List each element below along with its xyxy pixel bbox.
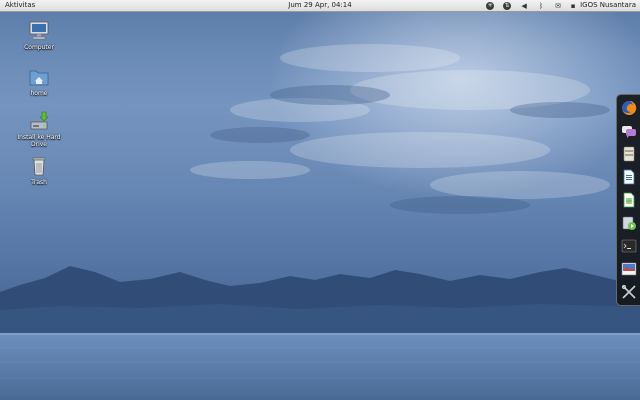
document-writer-icon bbox=[623, 169, 635, 185]
desktop-icon-home[interactable]: home bbox=[9, 66, 69, 97]
empathy-chat-icon bbox=[622, 126, 636, 138]
accessibility-icon[interactable]: ✳ bbox=[486, 1, 495, 10]
dash-item-images[interactable] bbox=[620, 260, 638, 278]
terminal-icon bbox=[621, 239, 637, 253]
desktop-icon-trash[interactable]: Trash bbox=[9, 155, 69, 186]
desktop-icon-computer[interactable]: Computer bbox=[9, 20, 69, 51]
image-viewer-icon bbox=[621, 262, 637, 276]
desktop-icon-label: Install ke Hard Drive bbox=[17, 134, 61, 148]
dash-item-terminal[interactable] bbox=[620, 237, 638, 255]
user-menu[interactable]: ▪ IGOS Nusantara bbox=[569, 0, 636, 11]
volume-icon[interactable]: ◀ bbox=[520, 2, 528, 10]
dash-item-calc[interactable] bbox=[620, 191, 638, 209]
dash bbox=[616, 94, 640, 306]
firefox-icon bbox=[622, 100, 637, 115]
system-tray: ✳ ⇅ ◀ ᛒ ✉ ▪ IGOS Nusantara bbox=[477, 0, 636, 11]
messaging-icon[interactable]: ✉ bbox=[554, 2, 562, 10]
wallpaper bbox=[0, 0, 640, 400]
user-name: IGOS Nusantara bbox=[580, 1, 636, 9]
settings-tools-icon bbox=[621, 284, 636, 299]
trash-icon bbox=[32, 157, 46, 176]
bluetooth-icon[interactable]: ᛒ bbox=[537, 2, 545, 10]
media-player-icon bbox=[622, 216, 636, 230]
top-panel: Aktivitas Jum 29 Apr, 04:14 ✳ ⇅ ◀ ᛒ ✉ ▪ … bbox=[0, 0, 640, 12]
home-folder-icon bbox=[29, 70, 49, 86]
user-status-icon: ▪ bbox=[570, 1, 576, 10]
dash-item-files[interactable] bbox=[620, 145, 638, 163]
desktop-icon-label: home bbox=[30, 90, 48, 97]
dash-item-media[interactable] bbox=[620, 214, 638, 232]
desktop-icon-label: Computer bbox=[24, 44, 54, 51]
dash-item-firefox[interactable] bbox=[620, 99, 638, 117]
network-icon[interactable]: ⇅ bbox=[503, 1, 512, 10]
file-manager-icon bbox=[623, 146, 635, 162]
install-icon bbox=[30, 111, 49, 130]
computer-icon bbox=[29, 21, 49, 40]
dash-item-empathy[interactable] bbox=[620, 122, 638, 140]
desktop-icon-label: Trash bbox=[31, 179, 47, 186]
dash-item-writer[interactable] bbox=[620, 168, 638, 186]
dash-item-settings[interactable] bbox=[620, 283, 638, 301]
desktop-icon-install[interactable]: Install ke Hard Drive bbox=[9, 110, 69, 148]
spreadsheet-icon bbox=[623, 192, 635, 208]
desktop[interactable]: Computer home Install ke Hard Drive Tras… bbox=[0, 0, 640, 400]
